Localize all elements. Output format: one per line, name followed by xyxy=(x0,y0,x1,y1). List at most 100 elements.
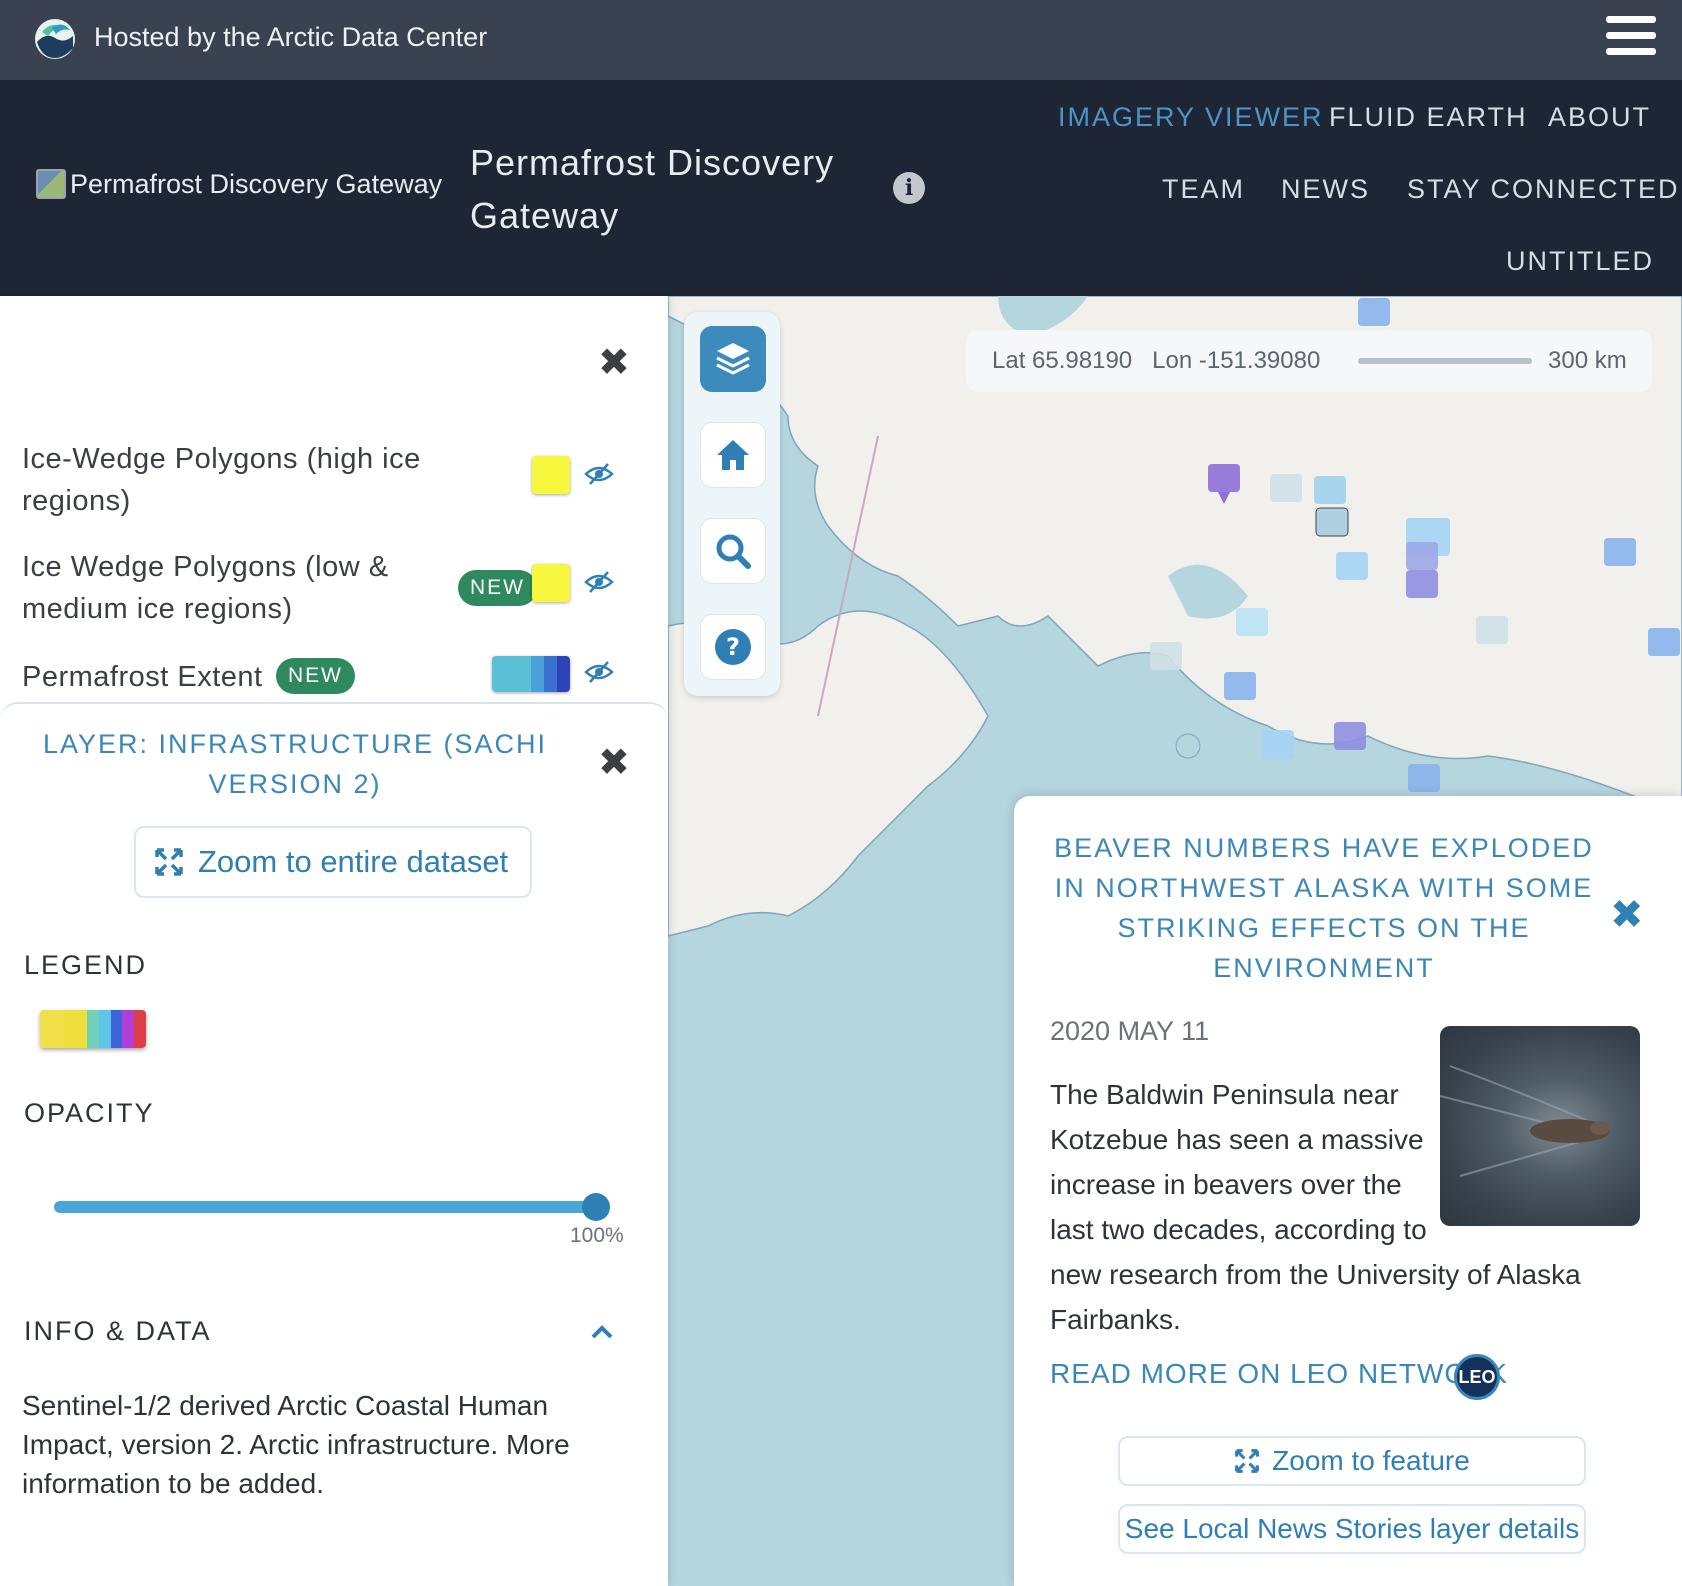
opacity-slider-thumb[interactable] xyxy=(582,1193,610,1221)
legend-heading: LEGEND xyxy=(24,950,148,980)
close-story-icon[interactable]: ✖ xyxy=(1610,892,1644,938)
layer-detail-card: LAYER: INFRASTRUCTURE (SACHI VERSION 2) … xyxy=(0,702,668,1586)
help-button[interactable]: ? xyxy=(700,614,766,680)
story-date: 2020 MAY 11 xyxy=(1050,1016,1210,1046)
map-pin[interactable] xyxy=(1358,298,1390,326)
opacity-heading: OPACITY xyxy=(24,1098,155,1128)
nav-stay-connected[interactable]: STAY CONNECTED xyxy=(1407,174,1680,205)
legend-color-swatch xyxy=(122,1010,135,1048)
zoom-to-feature-label: Zoom to feature xyxy=(1272,1445,1470,1476)
map-pin[interactable] xyxy=(1314,476,1346,504)
search-button[interactable] xyxy=(700,518,766,584)
broken-image-icon xyxy=(36,169,66,199)
map-pin[interactable] xyxy=(1224,672,1256,700)
chevron-up-icon[interactable] xyxy=(590,1324,614,1340)
read-more-link[interactable]: READ MORE ON LEO NETWORK xyxy=(1050,1358,1508,1390)
search-icon xyxy=(716,534,751,569)
layer-swatch xyxy=(532,456,570,494)
close-panel-icon[interactable]: ✖ xyxy=(598,340,630,385)
map-toolbar: ? xyxy=(684,312,780,696)
hamburger-menu-icon[interactable] xyxy=(1606,16,1656,60)
close-detail-icon[interactable]: ✖ xyxy=(598,740,630,785)
legend-color-swatch xyxy=(87,1010,99,1048)
nav-about[interactable]: ABOUT xyxy=(1548,102,1651,133)
legend-color-swatch xyxy=(98,1010,111,1048)
legend-color-swatch xyxy=(40,1010,64,1048)
svg-text:?: ? xyxy=(726,633,740,661)
info-data-heading[interactable]: INFO & DATA xyxy=(24,1316,212,1347)
nav-fluid-earth[interactable]: FLUID EARTH xyxy=(1329,102,1528,133)
new-badge: NEW xyxy=(276,658,355,694)
new-badge: NEW xyxy=(458,570,537,606)
info-icon[interactable]: i xyxy=(893,172,925,204)
story-popup: BEAVER NUMBERS HAVE EXPLODED IN NORTHWES… xyxy=(1014,796,1682,1586)
eye-slash-icon[interactable] xyxy=(584,660,614,684)
home-icon xyxy=(717,440,749,470)
map-pin[interactable] xyxy=(1648,628,1680,656)
scale-label: 300 km xyxy=(1548,347,1627,374)
site-title[interactable]: Permafrost Discovery Gateway xyxy=(470,136,850,242)
story-text-line: The Baldwin Peninsula near xyxy=(1050,1079,1399,1110)
story-text-line: Fairbanks. xyxy=(1050,1304,1181,1335)
nav-team[interactable]: TEAM xyxy=(1162,174,1245,205)
coordinates-bar: Lat 65.98190 Lon -151.39080 300 km xyxy=(966,330,1652,392)
story-text-line: Kotzebue has seen a massive xyxy=(1050,1124,1424,1155)
eye-slash-icon[interactable] xyxy=(584,570,614,594)
map-pin[interactable] xyxy=(1150,642,1182,670)
story-text-line: last two decades, according to xyxy=(1050,1214,1427,1245)
brand-logo-image[interactable]: Permafrost Discovery Gateway xyxy=(36,166,442,202)
nav-news[interactable]: NEWS xyxy=(1281,174,1370,205)
layers-button[interactable] xyxy=(700,326,766,392)
story-text-line: increase in beavers over the xyxy=(1050,1169,1402,1200)
layer-item-label[interactable]: Permafrost Extent xyxy=(22,656,263,698)
legend-color-swatch xyxy=(63,1010,88,1048)
map-pin[interactable] xyxy=(1336,552,1368,580)
map-pin[interactable] xyxy=(1476,616,1508,644)
scale-bar xyxy=(1358,358,1532,364)
coordinates-readout: Lat 65.98190 Lon -151.39080 xyxy=(992,347,1320,375)
map-pin[interactable] xyxy=(1406,570,1438,598)
zoom-to-feature-button[interactable]: Zoom to feature xyxy=(1118,1436,1586,1486)
nav-untitled[interactable]: UNTITLED xyxy=(1506,246,1654,277)
brand-logo-alt-text: Permafrost Discovery Gateway xyxy=(70,168,443,199)
help-icon: ? xyxy=(715,629,751,665)
map-pin[interactable] xyxy=(1236,608,1268,636)
map-pin[interactable] xyxy=(1270,474,1302,502)
map-pin[interactable] xyxy=(1334,722,1366,750)
map-pin[interactable] xyxy=(1208,464,1240,504)
arctic-data-center-logo-icon[interactable] xyxy=(34,18,76,60)
layer-item-label[interactable]: Ice Wedge Polygons (low & medium ice reg… xyxy=(22,546,422,630)
layer-detail-title: LAYER: INFRASTRUCTURE (SACHI VERSION 2) xyxy=(42,729,548,799)
layer-swatch xyxy=(492,656,570,692)
story-text-line: new research from the University of Alas… xyxy=(1050,1259,1581,1290)
map-pin[interactable] xyxy=(1406,542,1438,570)
eye-slash-icon[interactable] xyxy=(584,462,614,486)
layer-swatch xyxy=(532,564,570,602)
latitude-readout: Lat 65.98190 xyxy=(992,347,1133,374)
layer-list: ✖ Ice-Wedge Polygons (high ice regions) … xyxy=(0,296,668,706)
site-header: Permafrost Discovery Gateway Permafrost … xyxy=(0,80,1682,296)
layer-details-label: See Local News Stories layer details xyxy=(1124,1513,1580,1544)
story-text: The Baldwin Peninsula near Kotzebue has … xyxy=(1050,1072,1581,1342)
opacity-slider-track[interactable] xyxy=(54,1201,598,1213)
layer-item-label[interactable]: Ice-Wedge Polygons (high ice regions) xyxy=(22,438,442,522)
zoom-to-dataset-label: Zoom to entire dataset xyxy=(198,844,509,879)
expand-icon xyxy=(1235,1449,1260,1473)
layers-panel: ✖ Ice-Wedge Polygons (high ice regions) … xyxy=(0,296,668,1586)
layer-details-button[interactable]: See Local News Stories layer details xyxy=(1118,1504,1586,1554)
longitude-readout: Lon -151.39080 xyxy=(1152,347,1321,374)
map-pin[interactable] xyxy=(1262,730,1294,758)
map-pin[interactable] xyxy=(1408,764,1440,792)
story-title: BEAVER NUMBERS HAVE EXPLODED IN NORTHWES… xyxy=(1054,833,1594,983)
info-data-text: Sentinel-1/2 derived Arctic Coastal Huma… xyxy=(22,1390,570,1499)
zoom-to-dataset-button[interactable]: Zoom to entire dataset xyxy=(134,826,532,898)
layers-icon xyxy=(716,343,750,375)
map-pin[interactable] xyxy=(1604,538,1636,566)
hosted-by-text[interactable]: Hosted by the Arctic Data Center xyxy=(94,22,487,53)
legend-color-swatch xyxy=(110,1010,123,1048)
home-button[interactable] xyxy=(700,422,766,488)
legend-color-bar xyxy=(40,1010,146,1048)
leo-network-icon[interactable]: LEO xyxy=(1454,1354,1500,1400)
nav-imagery-viewer[interactable]: IMAGERY VIEWER xyxy=(1058,102,1324,133)
map-pin[interactable] xyxy=(1315,507,1349,537)
